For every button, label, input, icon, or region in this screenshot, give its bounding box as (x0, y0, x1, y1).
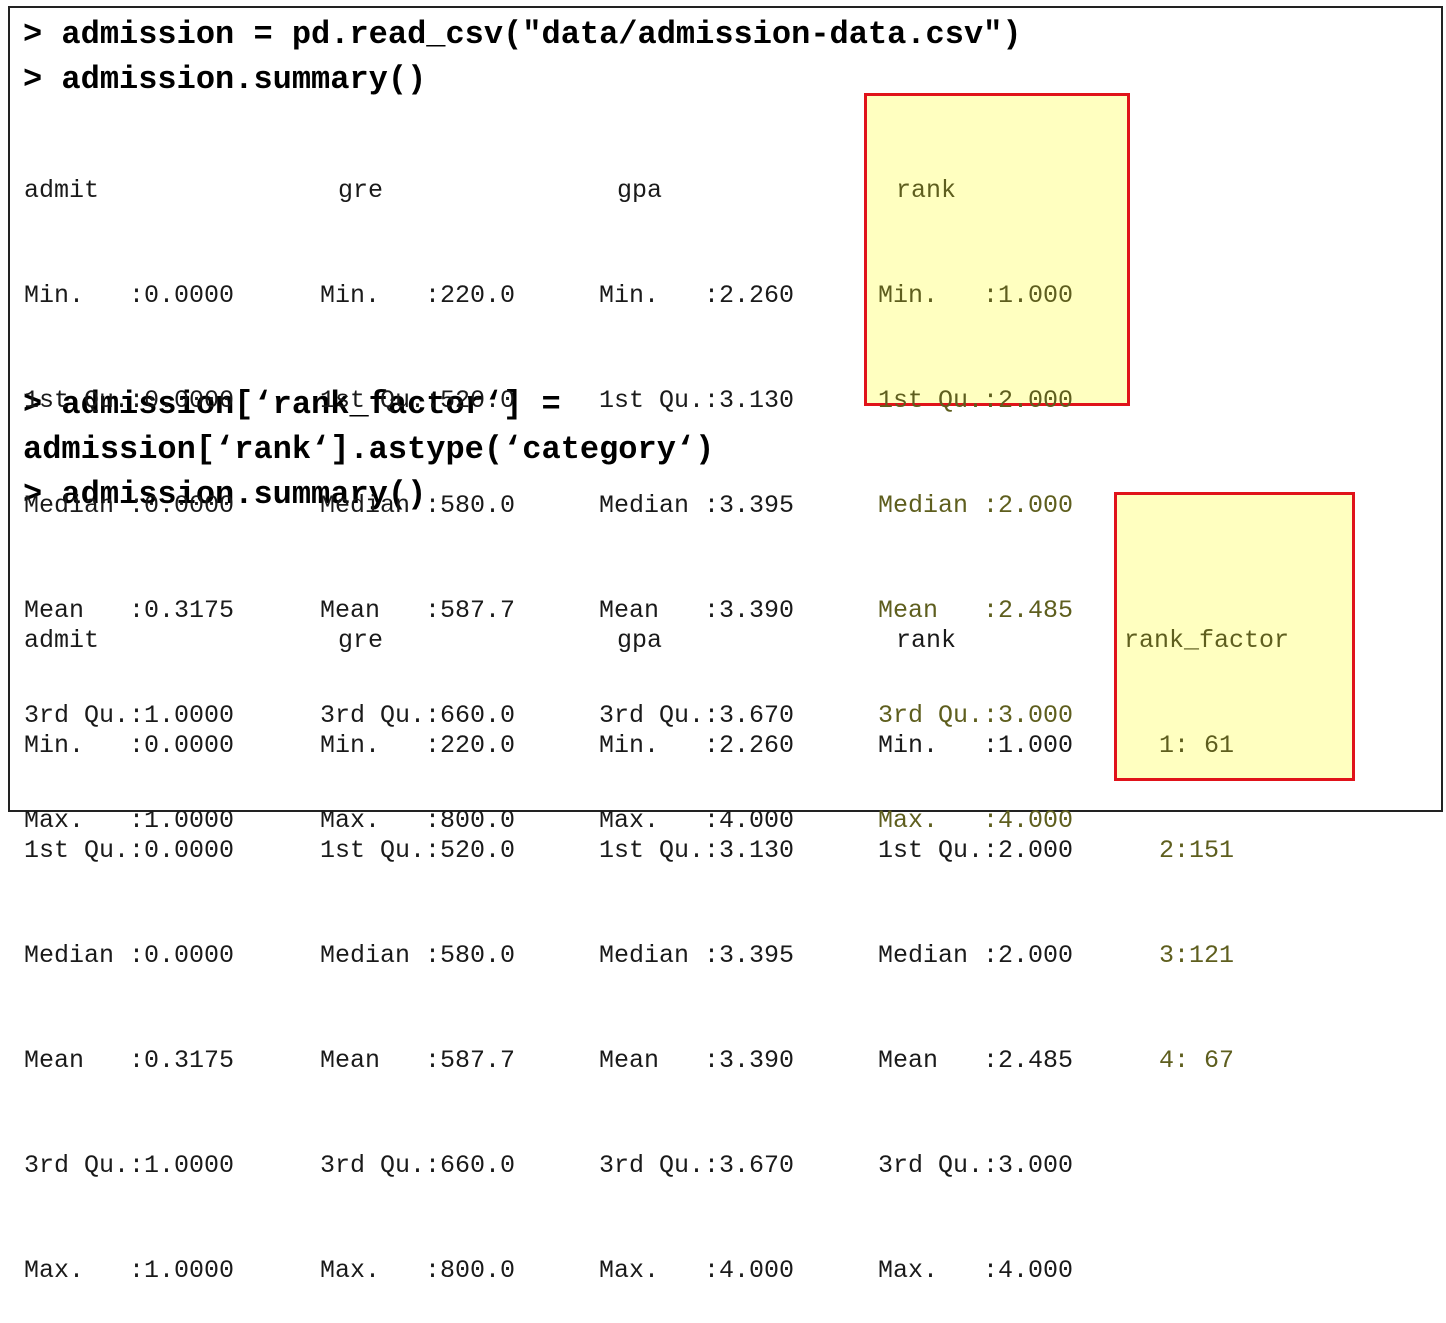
factor-count-line: 4: 67 (1159, 1046, 1235, 1075)
stat-line: 1st Qu.:0.0000 (24, 386, 235, 415)
column-header-admit: admit (24, 176, 100, 205)
stat-line: Median :3.395 (599, 491, 795, 520)
factor-count-line: 1: 61 (1159, 731, 1235, 760)
stat-line: Median :2.000 (878, 491, 1074, 520)
stat-line: Min. :1.000 (878, 731, 1074, 760)
stat-line: 1st Qu.:2.000 (878, 836, 1074, 865)
stat-line: 3rd Qu.:3.670 (599, 1151, 795, 1180)
stat-line: Max. :4.000 (878, 1256, 1074, 1285)
stat-line: Median :580.0 (320, 491, 516, 520)
column-header-rank: rank (896, 626, 957, 655)
stat-line: Mean :2.485 (878, 1046, 1074, 1075)
stat-line: Max. :1.0000 (24, 1256, 235, 1285)
stat-line: Min. :220.0 (320, 731, 516, 760)
summary-2-gpa-column: gpa Min. :2.260 1st Qu.:3.130 Median :3.… (599, 553, 794, 1323)
column-header-gre: gre (338, 626, 384, 655)
read-csv-command: > admission = pd.read_csv("data/admissio… (23, 16, 1022, 53)
stat-line: Mean :3.390 (599, 1046, 795, 1075)
stat-line: 3rd Qu.:660.0 (320, 1151, 516, 1180)
stat-line: Min. :1.000 (878, 281, 1074, 310)
stat-line: Median :2.000 (878, 941, 1074, 970)
stat-line: Min. :220.0 (320, 281, 516, 310)
stat-line: Min. :0.0000 (24, 281, 235, 310)
stat-line: 1st Qu.:2.000 (878, 386, 1074, 415)
column-header-gre: gre (338, 176, 384, 205)
stat-line: Min. :0.0000 (24, 731, 235, 760)
summary-command-1: > admission.summary() (23, 61, 427, 98)
summary-2-rank-column: rank Min. :1.000 1st Qu.:2.000 Median :2… (878, 553, 1073, 1323)
stat-line: Median :3.395 (599, 941, 795, 970)
stat-line: 1st Qu.:3.130 (599, 386, 795, 415)
column-header-rank-factor: rank_factor (1124, 626, 1290, 655)
stat-line: 3rd Qu.:3.000 (878, 1151, 1074, 1180)
stat-line: Mean :587.7 (320, 1046, 516, 1075)
summary-2-admit-column: admit Min. :0.0000 1st Qu.:0.0000 Median… (24, 553, 234, 1323)
stat-line: 1st Qu.:3.130 (599, 836, 795, 865)
stat-line: 1st Qu.:520.0 (320, 386, 516, 415)
stat-line: Min. :2.260 (599, 731, 795, 760)
stat-line: 3rd Qu.:1.0000 (24, 1151, 235, 1180)
summary-2-rank-factor-column: rank_factor 1: 61 2:151 3:121 4: 67 (1124, 553, 1289, 1113)
stat-line: Max. :4.000 (599, 1256, 795, 1285)
stat-line: Median :0.0000 (24, 941, 235, 970)
factor-count-line: 2:151 (1159, 836, 1235, 865)
column-header-admit: admit (24, 626, 100, 655)
column-header-rank: rank (896, 176, 957, 205)
column-header-gpa: gpa (617, 626, 663, 655)
stat-line: Mean :0.3175 (24, 1046, 235, 1075)
factor-count-line: 3:121 (1159, 941, 1235, 970)
stat-line: Max. :800.0 (320, 1256, 516, 1285)
summary-2-gre-column: gre Min. :220.0 1st Qu.:520.0 Median :58… (320, 553, 515, 1323)
stat-line: Median :580.0 (320, 941, 516, 970)
stat-line: Min. :2.260 (599, 281, 795, 310)
stat-line: 1st Qu.:520.0 (320, 836, 516, 865)
stat-line: 1st Qu.:0.0000 (24, 836, 235, 865)
stat-line: Median :0.0000 (24, 491, 235, 520)
column-header-gpa: gpa (617, 176, 663, 205)
